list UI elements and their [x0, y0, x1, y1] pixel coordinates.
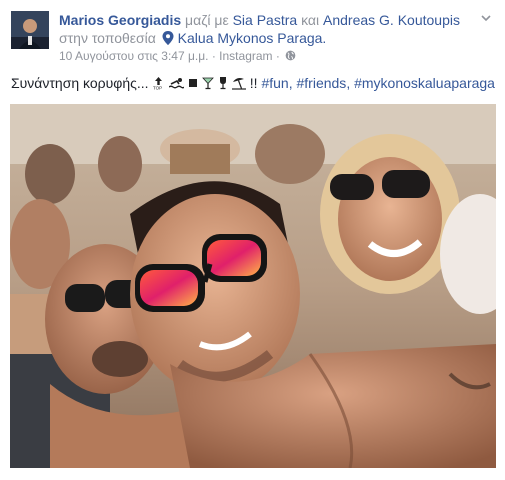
hashtag-separator: ,	[288, 75, 297, 91]
post-message: Συνάντηση κορυφής... TOP !! #fun, #frien…	[11, 74, 501, 92]
cocktail-icon	[202, 77, 215, 90]
post-message-text: Συνάντηση κορυφής...	[11, 75, 153, 91]
hashtag-link[interactable]: #friends	[297, 75, 347, 91]
location-prefix: στην τοποθεσία	[59, 30, 156, 46]
tagged-friend-2-link[interactable]: Andreas G. Koutoupis	[323, 12, 460, 28]
hashtag-link[interactable]: #mykonoskaluaparaga	[354, 75, 495, 91]
beach-umbrella-icon	[231, 78, 246, 90]
and-label: και	[301, 12, 320, 28]
location-line: στην τοποθεσία Kalua Mykonos Paraga.	[59, 29, 326, 47]
post-header: Marios Georgiadis μαζί με Sia Pastra και…	[59, 11, 479, 29]
black-square-icon	[189, 79, 198, 87]
post-photo[interactable]	[10, 104, 496, 468]
wine-glass-icon	[220, 77, 227, 90]
post-timestamp-link[interactable]: 10 Αυγούστου στις 3:47 μ.μ.	[59, 49, 208, 63]
hashtag-separator: ,	[346, 75, 355, 91]
public-globe-icon[interactable]	[285, 50, 296, 61]
with-label: μαζί με	[185, 12, 229, 28]
map-pin-icon	[162, 31, 174, 45]
svg-text:TOP: TOP	[153, 86, 162, 91]
post-source-link[interactable]: Instagram	[219, 49, 272, 63]
author-name-link[interactable]: Marios Georgiadis	[59, 12, 181, 28]
top-arrow-icon: TOP	[153, 77, 163, 91]
author-avatar[interactable]	[11, 11, 49, 49]
facebook-post: Marios Georgiadis μαζί με Sia Pastra και…	[0, 0, 505, 480]
hashtag-link[interactable]: #fun	[261, 75, 288, 91]
meta-separator: ·	[275, 49, 280, 63]
tagged-friend-1-link[interactable]: Sia Pastra	[233, 12, 298, 28]
chevron-down-icon[interactable]	[480, 12, 492, 24]
location-link[interactable]: Kalua Mykonos Paraga.	[178, 30, 327, 46]
post-meta: 10 Αυγούστου στις 3:47 μ.μ. · Instagram …	[59, 49, 296, 64]
exclamation-text: !!	[249, 75, 258, 91]
swimmer-icon	[168, 78, 185, 89]
meta-separator: ·	[211, 49, 216, 63]
